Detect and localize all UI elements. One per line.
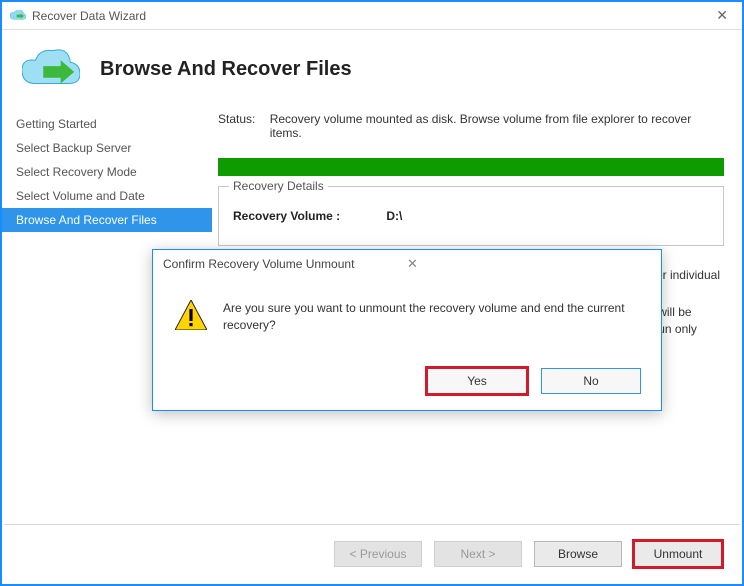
dialog-close-icon[interactable]: ✕ [403,256,651,272]
sidebar-item-browse-recover[interactable]: Browse And Recover Files [2,208,212,232]
recovery-details-title: Recovery Details [229,179,328,193]
progress-bar [218,158,724,176]
yes-button[interactable]: Yes [427,368,527,394]
app-icon [10,8,26,24]
status-text: Recovery volume mounted as disk. Browse … [270,112,724,140]
titlebar: Recover Data Wizard ✕ [2,2,742,30]
recovery-volume-value: D:\ [386,209,402,223]
header: Browse And Recover Files [2,30,742,106]
confirm-unmount-dialog: Confirm Recovery Volume Unmount ✕ Are yo… [152,249,662,411]
dialog-titlebar: Confirm Recovery Volume Unmount ✕ [153,250,661,278]
dialog-message: Are you sure you want to unmount the rec… [223,300,637,334]
close-icon[interactable]: ✕ [710,7,734,24]
sidebar-item-select-volume-date[interactable]: Select Volume and Date [2,184,212,208]
dialog-body: Are you sure you want to unmount the rec… [153,278,661,362]
window-title: Recover Data Wizard [32,9,710,23]
sidebar-item-select-recovery-mode[interactable]: Select Recovery Mode [2,160,212,184]
sidebar-item-getting-started[interactable]: Getting Started [2,112,212,136]
no-button[interactable]: No [541,368,641,394]
status-label: Status: [218,112,270,140]
dialog-title: Confirm Recovery Volume Unmount [163,257,403,271]
window: Recover Data Wizard ✕ Browse And Recover… [0,0,744,586]
recovery-volume-label: Recovery Volume : [233,209,383,223]
unmount-button[interactable]: Unmount [634,541,722,567]
warning-icon [175,300,207,330]
browse-button[interactable]: Browse [534,541,622,567]
page-title: Browse And Recover Files [100,58,352,81]
recovery-volume-row: Recovery Volume : D:\ [233,209,709,223]
status-row: Status: Recovery volume mounted as disk.… [218,112,724,140]
dialog-footer: Yes No [153,362,661,410]
footer: < Previous Next > Browse Unmount [4,524,740,582]
cloud-restore-icon [22,48,80,90]
previous-button: < Previous [334,541,422,567]
next-button: Next > [434,541,522,567]
recovery-details-group: Recovery Details Recovery Volume : D:\ [218,186,724,246]
sidebar-item-select-backup-server[interactable]: Select Backup Server [2,136,212,160]
